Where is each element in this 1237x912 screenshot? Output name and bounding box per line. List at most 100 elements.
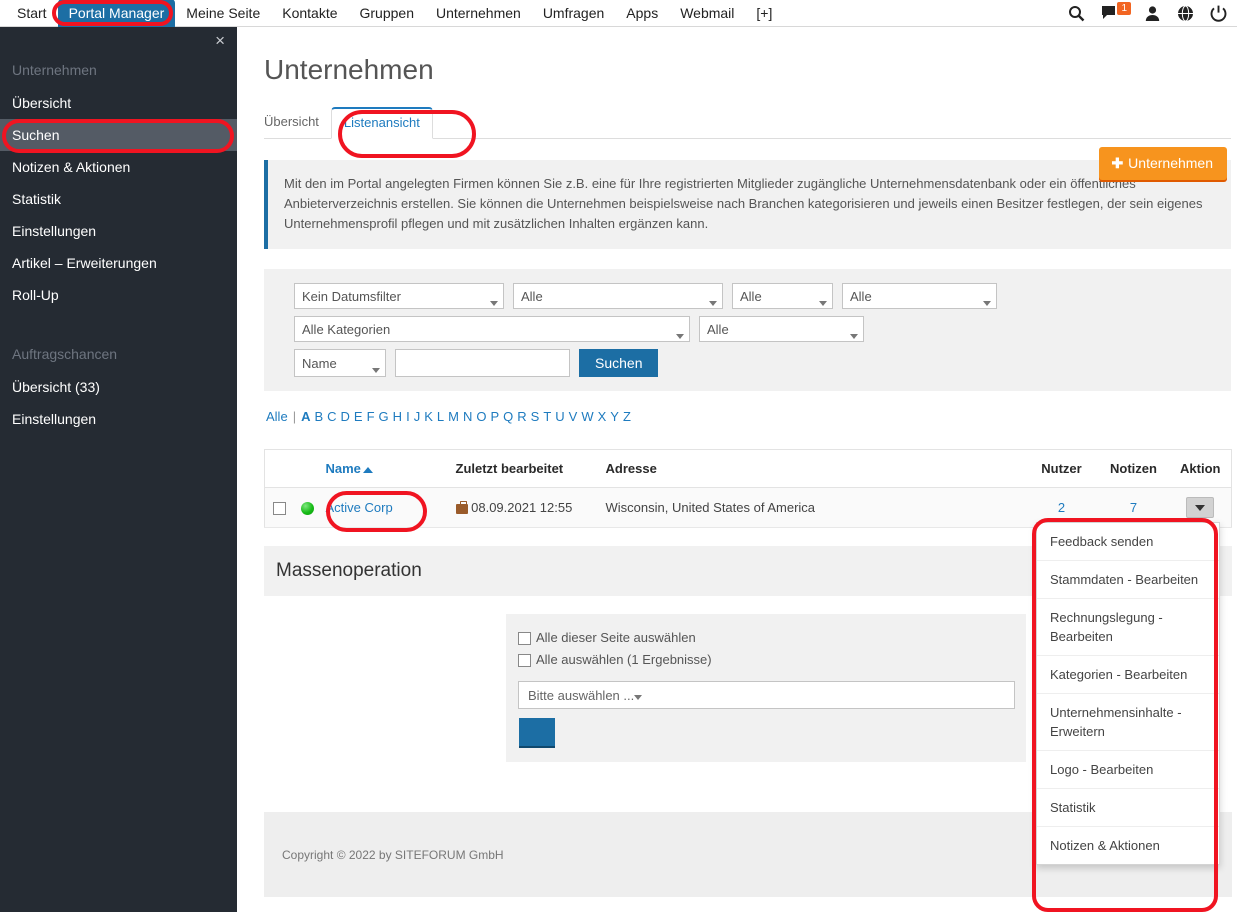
alpha-link-d[interactable]: D — [339, 409, 352, 424]
nav-item-[interactable]: [+] — [745, 0, 783, 26]
tab-übersicht[interactable]: Übersicht — [264, 107, 331, 138]
nav-item-umfragen[interactable]: Umfragen — [532, 0, 615, 26]
th-action: Aktion — [1169, 449, 1232, 488]
filter-3-select[interactable]: Alle — [732, 283, 833, 309]
sidebar-item-notizen-aktionen[interactable]: Notizen & Aktionen — [0, 151, 237, 183]
alpha-link-g[interactable]: G — [377, 409, 391, 424]
power-icon[interactable] — [1210, 5, 1227, 22]
alpha-link-t[interactable]: T — [541, 409, 553, 424]
row-action-dropdown-button[interactable] — [1186, 497, 1215, 518]
alpha-link-x[interactable]: X — [596, 409, 609, 424]
alpha-link-a[interactable]: A — [299, 409, 312, 424]
sidebar-item-roll-up[interactable]: Roll-Up — [0, 279, 237, 311]
th-address[interactable]: Adresse — [599, 449, 1026, 488]
action-menu-item-kategorien-bearbeiten[interactable]: Kategorien - Bearbeiten — [1037, 656, 1219, 694]
alpha-link-z[interactable]: Z — [621, 409, 633, 424]
globe-icon[interactable] — [1177, 5, 1194, 22]
th-users[interactable]: Nutzer — [1025, 449, 1098, 488]
alpha-link-f[interactable]: F — [365, 409, 377, 424]
row-address-cell: Wisconsin, United States of America — [599, 487, 1026, 528]
nav-item-apps[interactable]: Apps — [615, 0, 669, 26]
action-menu-item-logo-bearbeiten[interactable]: Logo - Bearbeiten — [1037, 751, 1219, 789]
users-count-link[interactable]: 2 — [1058, 500, 1065, 515]
alpha-link-r[interactable]: R — [515, 409, 528, 424]
filter-3-value: Alle — [740, 288, 762, 304]
alpha-link-c[interactable]: C — [325, 409, 338, 424]
search-button[interactable]: Suchen — [579, 349, 659, 377]
sidebar-item-artikel-erweiterungen[interactable]: Artikel – Erweiterungen — [0, 247, 237, 279]
sidebar-item-suchen[interactable]: Suchen — [0, 119, 237, 151]
row-checkbox[interactable] — [273, 502, 287, 516]
status-active-icon — [300, 502, 314, 516]
alpha-link-m[interactable]: M — [446, 409, 461, 424]
alpha-link-u[interactable]: U — [553, 409, 566, 424]
alpha-link-p[interactable]: P — [488, 409, 501, 424]
select-all-checkbox[interactable] — [518, 654, 531, 668]
filter-4-value: Alle — [850, 288, 872, 304]
select-page-checkbox[interactable] — [518, 632, 531, 646]
action-menu-item-unternehmensinhalte-erweitern[interactable]: Unternehmensinhalte - Erweitern — [1037, 694, 1219, 751]
nav-item-portal-manager[interactable]: Portal Manager — [57, 0, 176, 27]
alpha-link-h[interactable]: H — [391, 409, 404, 424]
nav-item-meine-seite[interactable]: Meine Seite — [175, 0, 271, 26]
nav-item-gruppen[interactable]: Gruppen — [349, 0, 425, 26]
sidebar-item-einstellungen[interactable]: Einstellungen — [0, 215, 237, 247]
top-navigation-bar: Start Portal Manager Meine Seite Kontakte Gr… — [0, 0, 1237, 27]
sidebar-item-übersicht[interactable]: Übersicht — [0, 87, 237, 119]
filter-6-select[interactable]: Alle — [699, 316, 864, 342]
alpha-link-k[interactable]: K — [422, 409, 435, 424]
alpha-link-e[interactable]: E — [352, 409, 365, 424]
company-name-link[interactable]: Active Corp — [326, 500, 393, 515]
alpha-link-v[interactable]: V — [567, 409, 580, 424]
tab-listenansicht[interactable]: Listenansicht — [330, 107, 433, 139]
tab-bar: Übersicht Listenansicht — [264, 107, 1231, 139]
field-select[interactable]: Name — [294, 349, 386, 377]
select-page-label: Alle dieser Seite auswählen — [536, 630, 696, 645]
th-name[interactable]: Name — [319, 449, 450, 488]
alpha-link-i[interactable]: I — [404, 409, 412, 424]
nav-item-kontakte[interactable]: Kontakte — [271, 0, 348, 26]
mass-action-select[interactable]: Bitte auswählen ... — [518, 681, 1015, 709]
alpha-link-b[interactable]: B — [312, 409, 325, 424]
action-menu-item-statistik[interactable]: Statistik — [1037, 789, 1219, 827]
alpha-link-j[interactable]: J — [412, 409, 423, 424]
nav-item-start[interactable]: Start — [6, 0, 58, 26]
mass-action-submit-button[interactable] — [519, 718, 555, 746]
alpha-link-s[interactable]: S — [529, 409, 542, 424]
sidebar-group-title-auftragschancen: Auftragschancen — [12, 346, 118, 362]
filter-row-1: Kein Datumsfilter Alle Alle Alle — [294, 283, 1231, 309]
filter-4-select[interactable]: Alle — [842, 283, 997, 309]
nav-item-unternehmen[interactable]: Unternehmen — [425, 0, 532, 26]
action-menu-item-feedback-senden[interactable]: Feedback senden — [1037, 523, 1219, 561]
select-page-row[interactable]: Alle dieser Seite auswählen — [518, 628, 1014, 648]
action-menu-item-notizen-aktionen[interactable]: Notizen & Aktionen — [1037, 827, 1219, 864]
filter-2-select[interactable]: Alle — [513, 283, 723, 309]
notes-count-link[interactable]: 7 — [1130, 500, 1137, 515]
alphabet-filter: Alle | A B C D E F G H I J K L M N O P Q R S T U V W X Y Z — [264, 408, 1237, 425]
th-notes[interactable]: Notizen — [1097, 449, 1170, 488]
action-menu-item-rechnungslegung-bearbeiten[interactable]: Rechnungslegung - Bearbeiten — [1037, 599, 1219, 656]
sidebar-item-übersicht-33[interactable]: Übersicht (33) — [0, 371, 237, 403]
user-icon[interactable] — [1144, 5, 1161, 22]
alpha-link-alle[interactable]: Alle — [264, 409, 290, 424]
sidebar-close-icon[interactable]: × — [215, 32, 225, 49]
action-menu-item-stammdaten-bearbeiten[interactable]: Stammdaten - Bearbeiten — [1037, 561, 1219, 599]
nav-item-webmail[interactable]: Webmail — [669, 0, 745, 26]
date-filter-select[interactable]: Kein Datumsfilter — [294, 283, 504, 309]
messages-icon[interactable]: 1 — [1101, 2, 1131, 22]
alpha-link-q[interactable]: Q — [501, 409, 515, 424]
categories-select[interactable]: Alle Kategorien — [294, 316, 690, 342]
search-icon[interactable] — [1068, 5, 1085, 22]
select-all-row[interactable]: Alle auswählen (1 Ergebnisse) — [518, 650, 1014, 670]
alpha-link-y[interactable]: Y — [608, 409, 621, 424]
alpha-link-l[interactable]: L — [435, 409, 446, 424]
mass-action-value: Bitte auswählen ... — [528, 687, 635, 703]
search-input[interactable] — [395, 349, 570, 377]
th-edited[interactable]: Zuletzt bearbeitet — [449, 449, 600, 488]
alpha-link-w[interactable]: W — [579, 409, 595, 424]
sidebar-item-einstellungen[interactable]: Einstellungen — [0, 403, 237, 435]
alpha-link-n[interactable]: N — [461, 409, 474, 424]
alpha-link-o[interactable]: O — [474, 409, 488, 424]
sidebar-item-statistik[interactable]: Statistik — [0, 183, 237, 215]
add-unternehmen-button[interactable]: ✚ Unternehmen — [1099, 147, 1227, 180]
